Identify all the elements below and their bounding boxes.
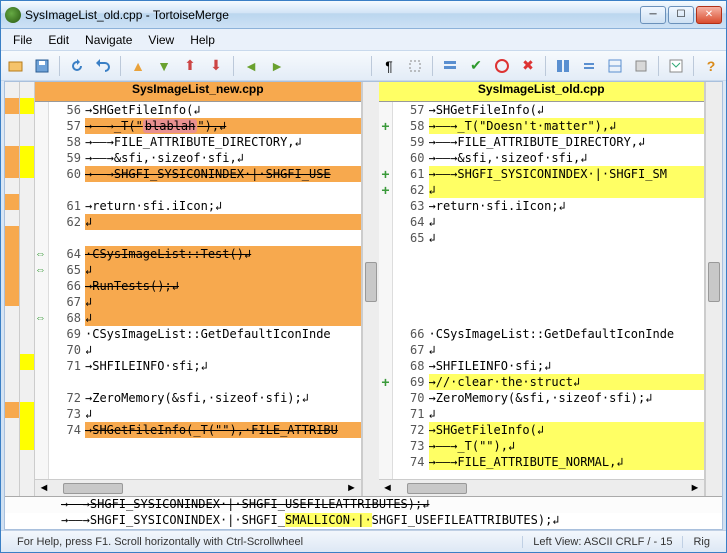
next-inline-icon[interactable]: ►	[266, 55, 288, 77]
code-line[interactable]: →SHGetFileInfo(↲	[85, 102, 361, 118]
code-line[interactable]: ↲	[429, 230, 705, 246]
code-line[interactable]: ·CSysImageList::GetDefaultIconInde	[85, 326, 361, 342]
undo-icon[interactable]	[92, 55, 114, 77]
menubar: File Edit Navigate View Help	[1, 29, 726, 51]
code-line[interactable]	[429, 310, 705, 326]
code-line[interactable]: →——→SHGFI_SYSICONINDEX·|·SHGFI_USE	[85, 166, 361, 182]
toolbar: ▲ ▼ ⬆ ⬇ ◄ ► ¶ ✔ ✖ ?	[1, 51, 726, 81]
code-line[interactable]: →SHFILEINFO·sfi;↲	[429, 358, 705, 374]
code-line[interactable]: →SHGetFileInfo(_T(""),·FILE_ATTRIBU	[85, 422, 361, 438]
two-pane-icon[interactable]	[552, 55, 574, 77]
code-line[interactable]: →——→&sfi,·sizeof·sfi,↲	[429, 150, 705, 166]
mark-resolved-icon[interactable]: ✔	[465, 55, 487, 77]
code-line[interactable]: →——→FILE_ATTRIBUTE_DIRECTORY,↲	[85, 134, 361, 150]
right-code[interactable]: →SHGetFileInfo(↲→——→_T("Doesn't·matter")…	[429, 102, 705, 479]
prev-conflict-icon[interactable]: ⬆	[179, 55, 201, 77]
collapse-icon[interactable]	[604, 55, 626, 77]
code-line[interactable]: →ZeroMemory(&sfi,·sizeof·sfi);↲	[85, 390, 361, 406]
reload-icon[interactable]	[66, 55, 88, 77]
code-line[interactable]	[85, 230, 361, 246]
bottom-line-1: →——→SHGFI_SYSICONINDEX·|·SHGFI_USEFILEAT…	[5, 497, 722, 513]
next-conflict-icon[interactable]: ⬇	[205, 55, 227, 77]
next-diff-down-icon[interactable]: ▼	[153, 55, 175, 77]
close-button[interactable]: ✕	[696, 6, 722, 24]
bottom-pane[interactable]: →——→SHGFI_SYSICONINDEX·|·SHGFI_USEFILEAT…	[5, 496, 722, 529]
code-line[interactable]: ↲	[85, 262, 361, 278]
code-line[interactable]: →——→_T("blablah"),↲	[85, 118, 361, 134]
menu-view[interactable]: View	[140, 30, 182, 50]
code-line[interactable]: →——→_T("Doesn't·matter"),↲	[429, 118, 705, 134]
code-line[interactable]: →SHFILEINFO·sfi;↲	[85, 358, 361, 374]
code-line[interactable]: ↲	[429, 182, 705, 198]
code-line[interactable]: ↲	[85, 294, 361, 310]
pilcrow-icon[interactable]: ¶	[378, 55, 400, 77]
right-vscroll[interactable]	[705, 82, 722, 496]
code-line[interactable]: →——→FILE_ATTRIBUTE_NORMAL,↲	[429, 454, 705, 470]
window-title: SysImageList_old.cpp - TortoiseMerge	[25, 8, 640, 22]
code-line[interactable]: →——→&sfi,·sizeof·sfi,↲	[85, 150, 361, 166]
code-line[interactable]: →SHGetFileInfo(↲	[429, 102, 705, 118]
code-line[interactable]: ↲	[85, 342, 361, 358]
whitespace-icon[interactable]	[404, 55, 426, 77]
code-line[interactable]: →SHGetFileInfo(↲	[429, 422, 705, 438]
code-line[interactable]: →——→FILE_ATTRIBUTE_DIRECTORY,↲	[429, 134, 705, 150]
code-line[interactable]: →return·sfi.iIcon;↲	[85, 198, 361, 214]
help-icon[interactable]: ?	[700, 55, 722, 77]
menu-navigate[interactable]: Navigate	[77, 30, 140, 50]
inline-diff-icon[interactable]	[439, 55, 461, 77]
right-hscroll[interactable]: ◄ ►	[379, 479, 705, 496]
code-line[interactable]: ↲	[85, 310, 361, 326]
code-line[interactable]: →——→_T(""),↲	[429, 438, 705, 454]
use-theirs-icon[interactable]: ✖	[517, 55, 539, 77]
code-line[interactable]	[85, 182, 361, 198]
code-line[interactable]	[429, 246, 705, 262]
code-line[interactable]: ·CSysImageList::Test()↲	[85, 246, 361, 262]
left-pane: SysImageList_new.cpp ⇔⇔⇔ 565758596061626…	[35, 82, 362, 496]
code-line[interactable]	[429, 278, 705, 294]
wrap-icon[interactable]	[630, 55, 652, 77]
code-line[interactable]: →return·sfi.iIcon;↲	[429, 198, 705, 214]
save-icon[interactable]	[31, 55, 53, 77]
right-pane-title: SysImageList_old.cpp	[379, 82, 705, 102]
code-line[interactable]	[429, 294, 705, 310]
status-right: Rig	[682, 536, 720, 548]
code-line[interactable]: →//·clear·the·struct↲	[429, 374, 705, 390]
titlebar[interactable]: SysImageList_old.cpp - TortoiseMerge ─ ☐…	[1, 1, 726, 29]
bottom-line-2: →——→SHGFI_SYSICONINDEX·|·SHGFI_SMALLICON…	[5, 513, 722, 529]
app-window: SysImageList_old.cpp - TortoiseMerge ─ ☐…	[0, 0, 727, 553]
menu-file[interactable]: File	[5, 30, 40, 50]
left-pane-title: SysImageList_new.cpp	[35, 82, 361, 102]
switch-icon[interactable]	[578, 55, 600, 77]
statusbar: For Help, press F1. Scroll horizontally …	[1, 530, 726, 552]
status-view: Left View: ASCII CRLF / - 15	[522, 536, 682, 548]
code-line[interactable]: ↲	[85, 214, 361, 230]
code-line[interactable]: →——→SHGFI_SYSICONINDEX·|·SHGFI_SM	[429, 166, 705, 182]
maximize-button[interactable]: ☐	[668, 6, 694, 24]
minimize-button[interactable]: ─	[640, 6, 666, 24]
code-line[interactable]	[429, 262, 705, 278]
status-help: For Help, press F1. Scroll horizontally …	[7, 536, 522, 548]
settings-icon[interactable]	[665, 55, 687, 77]
open-icon[interactable]	[5, 55, 27, 77]
left-code[interactable]: →SHGetFileInfo(↲→——→_T("blablah"),↲→——→F…	[85, 102, 361, 479]
code-line[interactable]: →ZeroMemory(&sfi,·sizeof·sfi);↲	[429, 390, 705, 406]
right-pane: SysImageList_old.cpp ++++ 57585960616263…	[379, 82, 706, 496]
code-line[interactable]: →RunTests();↲	[85, 278, 361, 294]
locator-bar[interactable]	[5, 82, 35, 496]
code-line[interactable]: ↲	[429, 406, 705, 422]
prev-diff-up-icon[interactable]: ▲	[127, 55, 149, 77]
prev-inline-icon[interactable]: ◄	[240, 55, 262, 77]
content-area: SysImageList_new.cpp ⇔⇔⇔ 565758596061626…	[4, 81, 723, 530]
code-line[interactable]	[85, 374, 361, 390]
app-icon	[5, 7, 21, 23]
menu-help[interactable]: Help	[182, 30, 223, 50]
menu-edit[interactable]: Edit	[40, 30, 77, 50]
left-vscroll[interactable]	[362, 82, 379, 496]
code-line[interactable]: ↲	[429, 214, 705, 230]
code-line[interactable]: ↲	[85, 406, 361, 422]
code-line[interactable]: ·CSysImageList::GetDefaultIconInde	[429, 326, 705, 342]
code-line[interactable]: ↲	[429, 342, 705, 358]
left-hscroll[interactable]: ◄ ►	[35, 479, 361, 496]
use-mine-icon[interactable]	[491, 55, 513, 77]
